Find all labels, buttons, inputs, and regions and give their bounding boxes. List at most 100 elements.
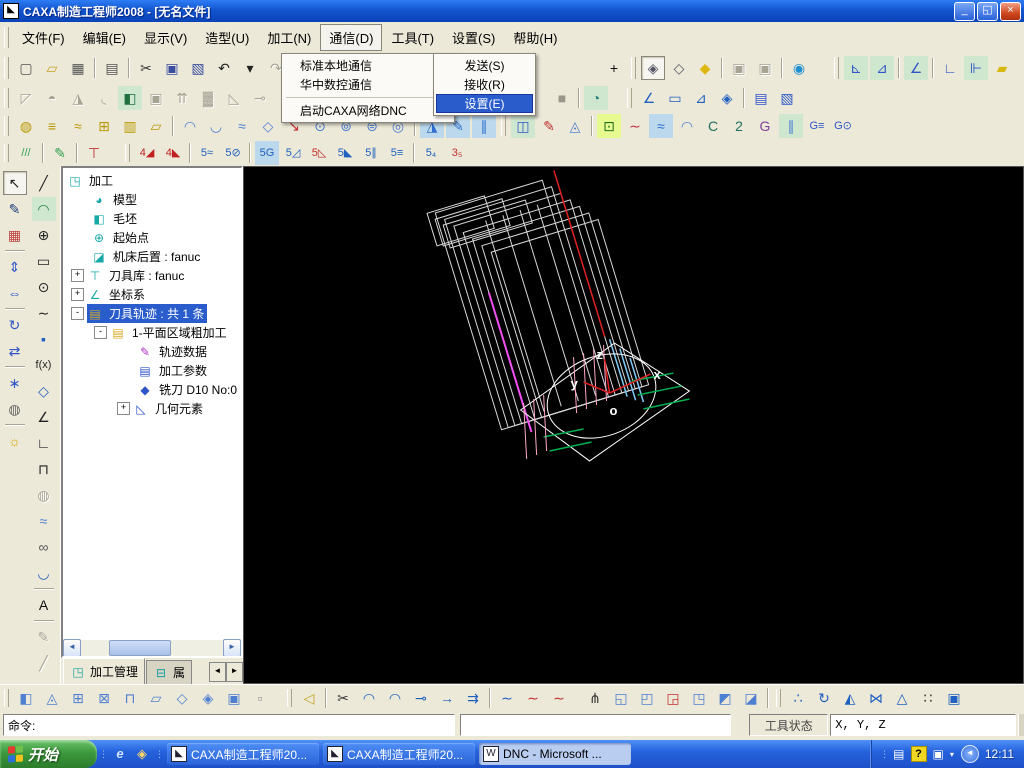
c-mill-icon[interactable]: C [701,114,725,138]
rectangle-tool-icon[interactable]: ▭ [31,249,56,273]
tab-scroll-left-icon[interactable]: ◄ [209,662,226,682]
save-file-icon[interactable]: ▦ [66,56,90,80]
surface-sheet-icon[interactable]: ◈ [196,686,220,710]
formula-curve-icon[interactable]: f(x) [31,353,56,377]
mirror-copy-icon[interactable]: ⇄ [2,339,27,363]
five-axis-2-icon[interactable]: 5⊘ [221,141,245,165]
stretch-v-icon[interactable]: ⇕ [2,255,27,279]
snap-settings-icon[interactable]: ∗ [2,371,27,395]
chain-2-icon[interactable]: → [435,686,459,710]
trace-pen-icon[interactable]: ✎ [537,114,561,138]
five-axis-g-icon[interactable]: 5G [255,141,279,165]
tray-expand-icon[interactable]: ▾ [950,750,954,759]
eraser-icon[interactable]: ◁ [297,686,321,710]
tree-row[interactable]: ◪ 机床后置 : fanuc [63,247,241,266]
tree-row[interactable]: - ▤ 刀具轨迹 : 共 1 条 [63,304,241,323]
mill-steps-icon[interactable]: ▥ [118,114,142,138]
tree-row[interactable]: ⊕ 起始点 [63,228,241,247]
g01-check-icon[interactable]: G [753,114,777,138]
window-stack-tray-icon[interactable]: ▣ [933,747,944,761]
help-tray-icon[interactable]: ? [910,746,927,762]
mill-flat-icon[interactable]: ◍ [14,114,38,138]
tree-row[interactable]: ◆ 铣刀 D10 No:0 [63,380,241,399]
collapse-icon[interactable]: - [94,326,107,339]
explorer-quicklaunch-icon[interactable]: ◈ [133,745,151,763]
coord-axis-icon[interactable]: ∟ [938,56,962,80]
menu-edit[interactable]: 编辑(E) [74,24,135,51]
surface-mesh-icon[interactable]: ≈ [31,509,56,533]
rotate-axis-icon[interactable]: ↻ [812,686,836,710]
surface-glasses-icon[interactable]: ∞ [31,535,56,559]
expand-icon[interactable]: + [71,288,84,301]
solid-view-icon[interactable]: ◆ [693,56,717,80]
command-input[interactable]: 命令: [3,714,456,736]
bell-entity-icon[interactable]: △ [890,686,914,710]
surface-stretch-icon[interactable]: ◧ [14,686,38,710]
tree-row[interactable]: + ∠ 坐标系 [63,285,241,304]
paste-icon[interactable]: ▧ [186,56,210,80]
surface-rough-3-icon[interactable]: ≈ [230,114,254,138]
array-grid-icon[interactable]: ∷ [916,686,940,710]
menu-item-comm-settings[interactable]: 设置(E) [436,94,533,113]
tripod-trim-icon[interactable]: ⋔ [583,686,607,710]
restore-button[interactable]: ◱ [977,1,998,21]
line-tool-icon[interactable]: ╱ [31,171,56,195]
close-button[interactable]: × [1000,1,1021,21]
expand-icon[interactable]: + [71,269,84,282]
fillet-1-icon[interactable]: ◠ [357,686,381,710]
copy-icon[interactable]: ▣ [160,56,184,80]
cut-icon[interactable]: ✂ [134,56,158,80]
wireframe-view-icon[interactable]: ◇ [667,56,691,80]
mirror-entity-icon[interactable]: ⋈ [864,686,888,710]
point-array-icon[interactable]: ∴ [786,686,810,710]
measure-entity-icon[interactable]: ◈ [715,86,739,110]
zoom-telescope-icon[interactable]: ◉ [787,56,811,80]
start-button[interactable]: 开始 [0,740,97,768]
measure-distance-icon[interactable]: ▭ [663,86,687,110]
pick-green-icon[interactable]: ✎ [48,141,72,165]
model-mill-icon[interactable]: ◫ [511,114,535,138]
text-tool-icon[interactable]: A [31,593,56,617]
scroll-right-icon[interactable]: ► [223,639,241,656]
menu-file[interactable]: 文件(F) [13,24,74,51]
tree-row[interactable]: ◧ 毛坯 [63,209,241,228]
task-caxa-1[interactable]: ◣ CAXA制造工程师20... [167,743,319,765]
polygon-tool-icon[interactable]: ◇ [31,379,56,403]
sheet-fold-5-icon[interactable]: ◩ [713,686,737,710]
undo-icon[interactable]: ↶ [212,56,236,80]
shaded-view-icon[interactable]: ◈ [641,56,665,80]
minimize-button[interactable]: _ [954,1,975,21]
five-axis-7-icon[interactable]: 5≡ [385,141,409,165]
query-list-icon[interactable]: ▤ [749,86,773,110]
task-caxa-2[interactable]: ◣ CAXA制造工程师20... [323,743,475,765]
open-file-icon[interactable]: ▱ [40,56,64,80]
scroll-left-icon[interactable]: ◄ [63,639,81,656]
surface-rough-2-icon[interactable]: ◡ [204,114,228,138]
expand-icon[interactable]: + [117,402,130,415]
machine-sim-icon[interactable]: 2 [727,114,751,138]
collapse-icon[interactable]: - [71,307,84,320]
four-axis-1-icon[interactable]: 4◢ [135,141,159,165]
corner-tool-icon[interactable]: ∟ [31,431,56,455]
new-file-icon[interactable]: ▢ [14,56,38,80]
hide-icons-chevron[interactable]: ◄ [960,745,979,763]
axis-tool-icon[interactable]: ∠ [31,405,56,429]
pan-view-icon[interactable]: + [602,56,626,80]
fan-surface-icon[interactable]: ◠ [675,114,699,138]
surface-para-icon[interactable]: ▱ [144,686,168,710]
surface-plane-2-icon[interactable]: ⊠ [92,686,116,710]
surface-box-icon[interactable]: ▫ [248,686,272,710]
menu-help[interactable]: 帮助(H) [504,24,566,51]
coord-lines-icon[interactable]: ⊩ [964,56,988,80]
tree-row[interactable]: - ▤ 1-平面区域粗加工 [63,323,241,342]
gcode-gen-icon[interactable]: G⊙ [831,114,855,138]
gray-square-icon[interactable]: ■ [550,86,574,110]
curve-fit-3-icon[interactable]: ∼ [547,686,571,710]
trajectory-manage-icon[interactable]: ◧ [118,86,142,110]
tree-row[interactable]: ◳ 加工 [63,171,241,190]
menu-item-huazhong-nc-comm[interactable]: 华中数控通信▶ [284,75,452,94]
mill-pocket-icon[interactable]: ▱ [144,114,168,138]
tree-row[interactable]: ◕ 模型 [63,190,241,209]
chain-1-icon[interactable]: ⊸ [409,686,433,710]
sheet-fold-4-icon[interactable]: ◳ [687,686,711,710]
